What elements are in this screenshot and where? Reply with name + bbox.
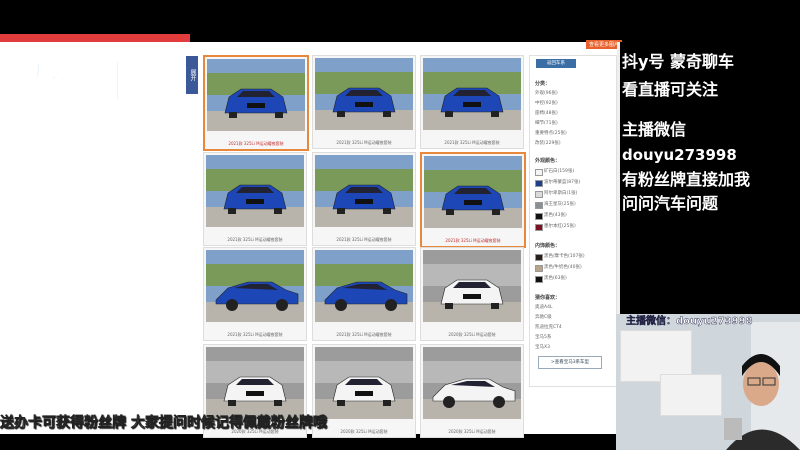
color-label[interactable]: 矿石白(159张) — [544, 168, 574, 174]
gallery-photo[interactable]: 2020款 325Li M运动套装 — [312, 344, 416, 438]
gallery-photo[interactable]: 2021款 325Li M运动曜夜套装 — [312, 247, 416, 341]
gallery-photo[interactable]: 2021款 325Li M运动曜夜套装 — [420, 152, 526, 248]
streamer-avatar — [724, 322, 800, 450]
photo-caption[interactable]: 2021款 325Li M运动曜夜套装 — [313, 237, 415, 243]
recommend-link[interactable]: 奔驰C级 — [535, 314, 552, 320]
color-swatch[interactable] — [535, 202, 543, 209]
gallery-photo[interactable]: 2020款 325Li M运动套装 — [420, 247, 524, 341]
car-photo[interactable] — [315, 250, 413, 322]
color-label[interactable]: 波尔蒂蒙蓝(87张) — [544, 179, 580, 185]
color-swatch[interactable] — [535, 213, 543, 220]
view-models-button[interactable]: >查看宝马3系车型 — [538, 356, 602, 369]
color-label[interactable]: 黑色(63张) — [544, 275, 567, 281]
color-label[interactable]: 海王星灰(25张) — [544, 201, 576, 207]
color-swatch[interactable] — [535, 224, 543, 231]
gallery-photo[interactable]: 2021款 325Li M运动曜夜套装 — [203, 152, 307, 246]
bottom-banner: 送办卡可获得粉丝牌 大家提问时候记得佩戴粉丝牌哦 — [0, 415, 327, 432]
stream-line-6: 问问汽车问题 — [622, 194, 719, 213]
photo-caption[interactable]: 2020款 325Li M运动套装 — [421, 332, 523, 338]
stream-line-5: 有粉丝牌直接加我 — [622, 170, 751, 189]
recommend-link[interactable]: 宝马X3 — [535, 344, 550, 350]
category-title: 分类： — [535, 81, 551, 87]
recording-label: 录像中 — [3, 56, 142, 109]
car-photo[interactable] — [423, 58, 521, 130]
color-label[interactable]: 墨尔本红(25张) — [544, 223, 576, 229]
car-photo[interactable] — [315, 155, 413, 227]
category-link[interactable]: 重要特点(25张) — [535, 130, 567, 136]
stream-line-3: 主播微信 — [622, 120, 687, 139]
color-label[interactable]: 黑色(43张) — [544, 212, 567, 218]
recommend-title: 猜你喜欢： — [535, 295, 561, 301]
category-link[interactable]: 中控(92张) — [535, 100, 558, 106]
category-link[interactable]: 改装(229张) — [535, 140, 561, 146]
stream-line-4: douyu273998 — [622, 146, 737, 164]
car-photo[interactable] — [315, 347, 413, 419]
photo-caption[interactable]: 2020款 325Li M运动套装 — [313, 429, 415, 435]
car-photo[interactable] — [206, 155, 304, 227]
recommend-link[interactable]: 奥迪A4L — [535, 304, 552, 310]
car-photo[interactable] — [206, 250, 304, 322]
car-photo[interactable] — [315, 58, 413, 130]
car-photo[interactable] — [423, 347, 521, 419]
filter-sidebar: 返回车系 分类： 外观(96张) 中控(92张) 座椅(48张) 细节(71张) 重要特… — [529, 55, 617, 387]
car-photo[interactable] — [423, 250, 521, 322]
cam-watermark: 主播微信：douyu273998 — [626, 316, 753, 327]
color-swatch[interactable] — [535, 180, 543, 187]
color-swatch[interactable] — [535, 276, 543, 283]
category-link[interactable]: 外观(96张) — [535, 90, 558, 96]
photo-caption[interactable]: 2021款 325Li M运动曜夜套装 — [422, 238, 524, 244]
back-to-series-button[interactable]: 返回车系 — [536, 59, 576, 68]
gallery-photo[interactable]: 2021款 325Li M运动曜夜套装 — [312, 55, 416, 149]
color-swatch[interactable] — [535, 191, 543, 198]
category-link[interactable]: 细节(71张) — [535, 120, 558, 126]
webcam-feed: 主播微信：douyu273998 — [616, 314, 800, 450]
color-label[interactable]: 阿尔卑斯白(1张) — [544, 190, 577, 196]
stream-line-1: 抖y号 蒙奇聊车 — [622, 52, 735, 71]
photo-caption[interactable]: 2021款 325Li M运动曜夜套装 — [205, 141, 307, 147]
gallery-photo[interactable]: 2020款 325Li M运动套装 — [420, 344, 524, 438]
car-photo[interactable] — [424, 156, 522, 228]
stream-line-2: 看直播可关注 — [622, 80, 719, 99]
color-swatch[interactable] — [535, 254, 543, 261]
exterior-title: 外观颜色： — [535, 158, 561, 164]
photo-caption[interactable]: 2020款 325Li M运动套装 — [421, 429, 523, 435]
interior-title: 内饰颜色： — [535, 243, 561, 249]
photo-caption[interactable]: 2021款 325Li M运动曜夜套装 — [313, 332, 415, 338]
color-label[interactable]: 黑色/牛奶色(40张) — [544, 264, 582, 270]
recommend-link[interactable]: 凯迪拉克CT4 — [535, 324, 562, 330]
car-photo[interactable] — [207, 59, 305, 131]
photo-caption[interactable]: 2021款 325Li M运动曜夜套装 — [313, 140, 415, 146]
photo-caption[interactable]: 2021款 325Li M运动曜夜套装 — [204, 332, 306, 338]
category-link[interactable]: 座椅(48张) — [535, 110, 558, 116]
top-red-bar — [0, 34, 190, 42]
car-photo[interactable] — [206, 347, 304, 419]
expand-button[interactable]: 展开 — [186, 56, 198, 94]
photo-caption[interactable]: 2021款 325Li M运动曜夜套装 — [204, 237, 306, 243]
recommend-link[interactable]: 宝马5系 — [535, 334, 551, 340]
gallery-photo[interactable]: 2021款 325Li M运动曜夜套装 — [420, 55, 524, 149]
gallery-photo[interactable]: 2021款 325Li M运动曜夜套装 — [203, 55, 309, 151]
gallery-photo[interactable]: 2021款 325Li M运动曜夜套装 — [203, 247, 307, 341]
color-label[interactable]: 黑色/摩卡色(107张) — [544, 253, 585, 259]
photo-caption[interactable]: 2021款 325Li M运动曜夜套装 — [421, 140, 523, 146]
gallery-photo[interactable]: 2021款 325Li M运动曜夜套装 — [312, 152, 416, 246]
top-black-strip — [0, 0, 800, 42]
color-swatch[interactable] — [535, 265, 543, 272]
color-swatch[interactable] — [535, 169, 543, 176]
